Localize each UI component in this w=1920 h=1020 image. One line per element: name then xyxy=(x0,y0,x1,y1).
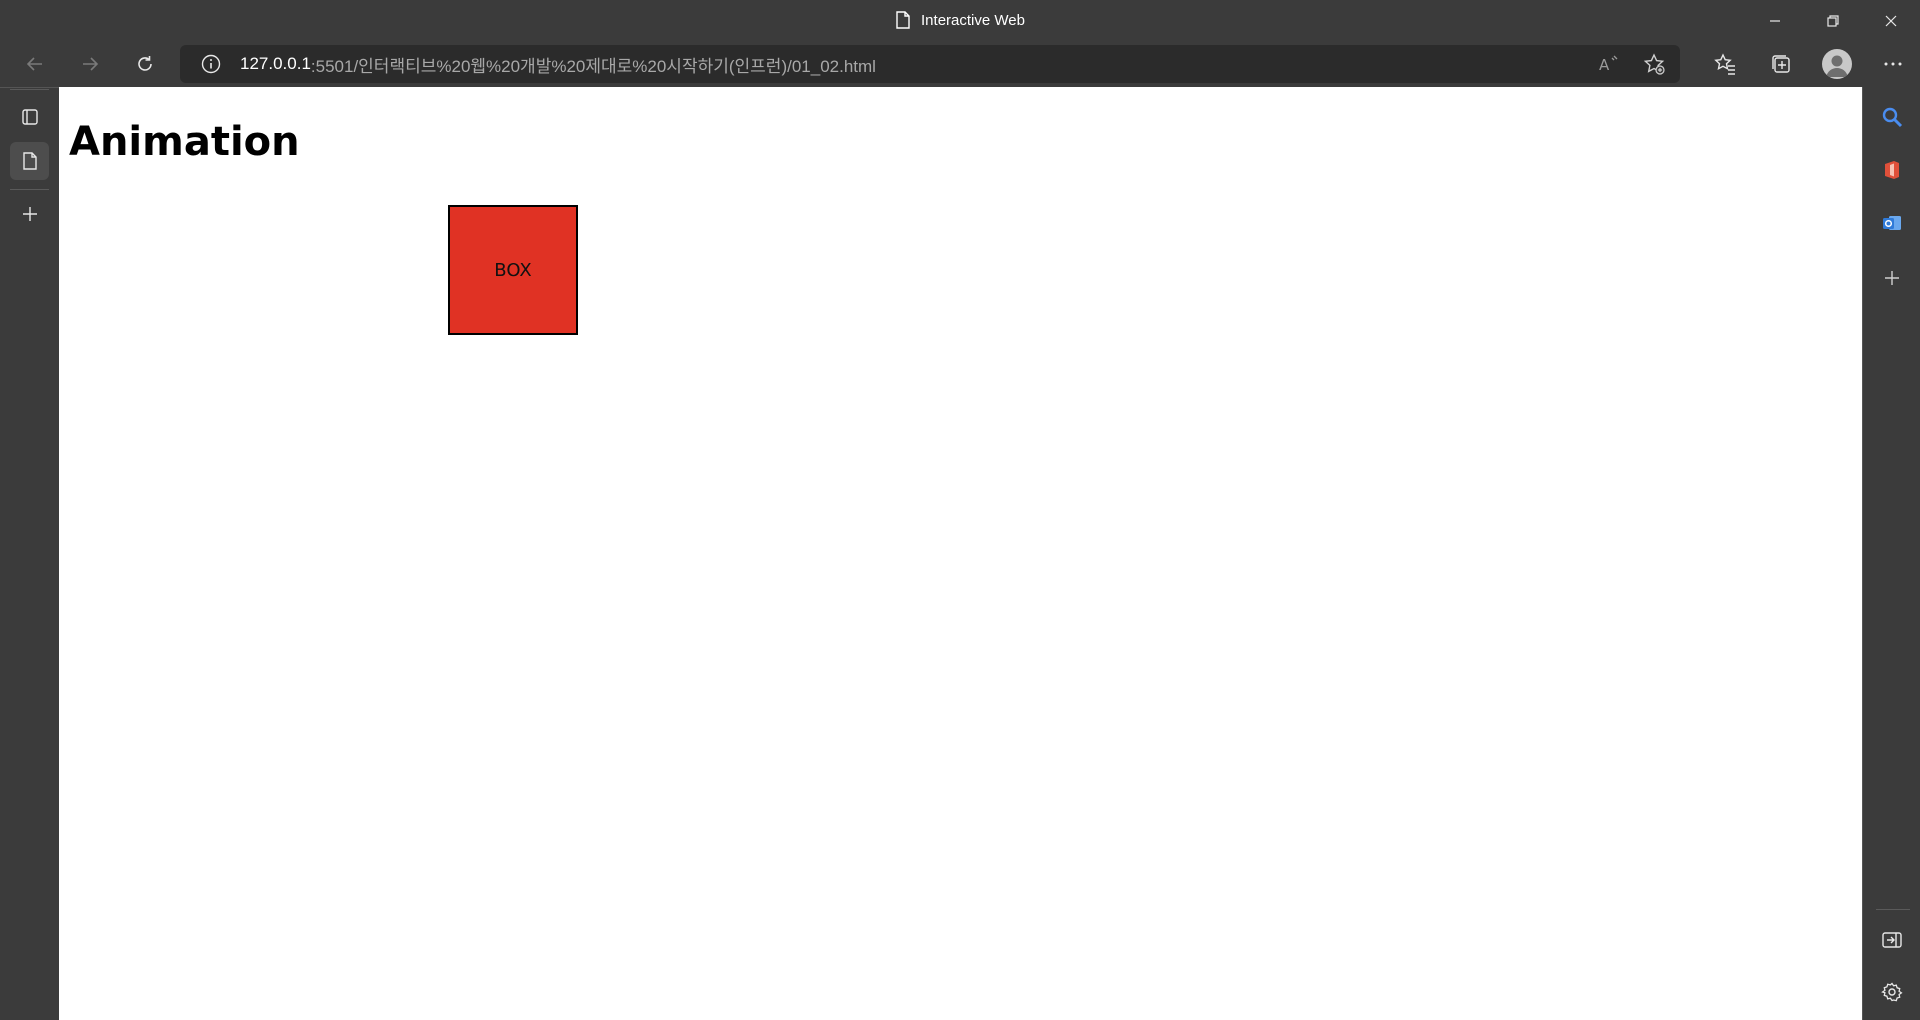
restore-button[interactable] xyxy=(1804,0,1862,41)
edge-sidebar xyxy=(1862,87,1920,1020)
page-icon xyxy=(896,11,910,29)
search-icon xyxy=(1882,107,1903,128)
minimize-icon xyxy=(1770,19,1780,22)
refresh-button[interactable] xyxy=(127,48,163,80)
read-aloud-icon[interactable]: A xyxy=(1596,52,1620,76)
animated-box: BOX xyxy=(448,205,578,335)
url-host: 127.0.0.1 xyxy=(240,54,311,73)
hide-sidebar-icon xyxy=(1882,932,1902,948)
address-bar-actions: A xyxy=(1596,52,1666,76)
restore-icon xyxy=(1827,14,1839,27)
page-viewport: Animation BOX xyxy=(59,87,1862,1020)
close-icon xyxy=(1885,15,1897,26)
tab-actions-icon xyxy=(21,109,38,125)
gear-icon xyxy=(1881,982,1903,1002)
url-path: :5501/인터랙티브%20웹%20개발%20제대로%20시작하기(인프런)/0… xyxy=(310,56,876,76)
collections-icon xyxy=(1772,55,1790,73)
sidebar-divider xyxy=(10,189,49,190)
add-sidebar-app-button[interactable] xyxy=(1876,262,1908,294)
window-title-text: Interactive Web xyxy=(921,11,1025,29)
more-button[interactable] xyxy=(1876,48,1910,80)
outlook-sidebar-button[interactable] xyxy=(1876,207,1908,239)
favorites-button[interactable] xyxy=(1708,48,1742,80)
window-controls xyxy=(1746,0,1920,41)
box-label: BOX xyxy=(494,259,532,281)
refresh-icon xyxy=(138,56,152,71)
close-button[interactable] xyxy=(1862,0,1920,41)
tab-actions-button[interactable] xyxy=(10,98,49,136)
toolbar-right xyxy=(1708,48,1910,80)
info-icon[interactable] xyxy=(200,53,222,75)
page-heading: Animation xyxy=(69,119,300,165)
more-icon xyxy=(1884,62,1902,66)
tab-interactive-web[interactable] xyxy=(10,142,49,180)
arrow-right-icon xyxy=(83,57,99,71)
vertical-tabs-sidebar xyxy=(0,87,59,1020)
profile-icon xyxy=(1822,49,1852,79)
browser-toolbar: 127.0.0.1:5501/인터랙티브%20웹%20개발%20제대로%20시작… xyxy=(0,41,1920,87)
sidebar-divider xyxy=(1876,909,1910,910)
new-tab-button[interactable] xyxy=(10,195,49,233)
hide-sidebar-button[interactable] xyxy=(1876,924,1908,956)
collections-button[interactable] xyxy=(1764,48,1798,80)
back-button[interactable] xyxy=(17,48,53,80)
profile-button[interactable] xyxy=(1820,48,1854,80)
page-icon xyxy=(22,152,37,170)
search-sidebar-button[interactable] xyxy=(1876,101,1908,133)
window-titlebar: Interactive Web xyxy=(0,0,1920,41)
sidebar-settings-button[interactable] xyxy=(1876,976,1908,1008)
outlook-icon xyxy=(1883,216,1901,230)
minimize-button[interactable] xyxy=(1746,0,1804,41)
favorites-icon xyxy=(1714,53,1735,75)
office-sidebar-button[interactable] xyxy=(1876,154,1908,186)
sidebar-divider xyxy=(10,89,49,90)
svg-text:A: A xyxy=(1599,56,1610,74)
address-bar[interactable]: 127.0.0.1:5501/인터랙티브%20웹%20개발%20제대로%20시작… xyxy=(180,45,1680,83)
star-plus-icon[interactable] xyxy=(1642,52,1666,76)
arrow-left-icon xyxy=(26,57,42,71)
office-icon xyxy=(1885,161,1899,179)
window-title: Interactive Web xyxy=(0,11,1920,29)
plus-icon xyxy=(1885,271,1899,285)
plus-icon xyxy=(22,207,37,221)
forward-button[interactable] xyxy=(72,48,108,80)
